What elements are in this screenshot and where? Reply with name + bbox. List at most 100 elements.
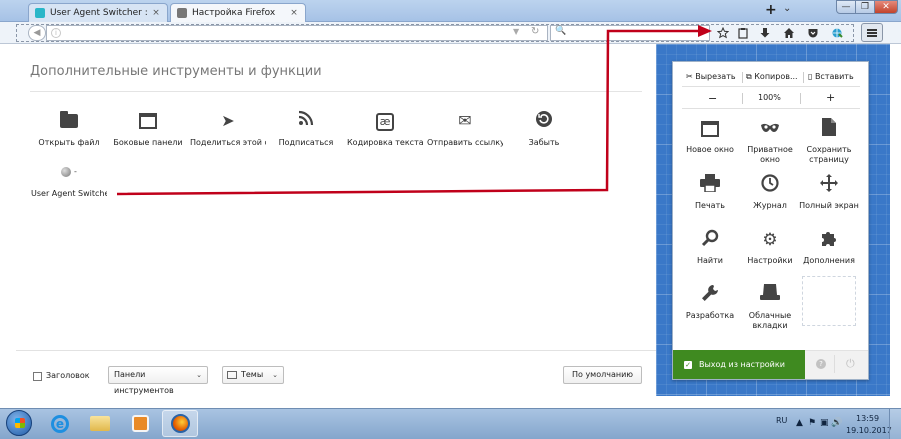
zoom-out-button[interactable]: − <box>708 92 717 105</box>
menu-synced-tabs[interactable]: Облачные вкладки <box>740 284 800 331</box>
themes-dropdown[interactable]: Темы ⌄ <box>222 366 284 384</box>
checkmark-icon: ✓ <box>684 361 692 369</box>
menu-item-label: Разработка <box>685 311 735 320</box>
clock-time[interactable]: 13:59 <box>856 414 879 423</box>
zoom-in-button[interactable]: + <box>826 91 835 104</box>
menu-new-window[interactable]: Новое окно <box>680 118 740 155</box>
restore-defaults-button[interactable]: По умолчанию <box>563 366 642 384</box>
minimize-button[interactable]: — <box>836 0 856 14</box>
palette-label: Отправить ссылку <box>427 138 503 147</box>
palette-open-file[interactable]: Открыть файл <box>31 110 107 147</box>
menu-developer[interactable]: Разработка <box>680 284 740 321</box>
all-tabs-chevron-icon[interactable]: ⌄ <box>783 3 791 14</box>
palette-forget[interactable]: Забыть <box>506 110 582 147</box>
palette-user-agent-switcher[interactable]: - User Agent Switcher <box>31 166 107 198</box>
synced-tabs-icon <box>740 284 800 306</box>
tab-customize-firefox[interactable]: Настройка Firefox × <box>170 3 306 22</box>
palette-email-link[interactable]: ✉ Отправить ссылку <box>427 110 503 147</box>
palette-label: Поделиться этой ст... <box>190 138 266 147</box>
clock-date[interactable]: 19.10.2017 <box>846 426 892 435</box>
menu-item-label: Сохранить страницу <box>806 145 852 164</box>
toolbars-dropdown[interactable]: Панели инструментов ⌄ <box>108 366 208 395</box>
back-button[interactable]: ◀ <box>28 25 46 41</box>
forget-icon <box>506 110 582 132</box>
theme-icon <box>227 371 237 379</box>
paste-button[interactable]: ▯ Вставить <box>808 70 860 84</box>
customize-palette-area <box>16 44 656 396</box>
action-center-flag-icon[interactable]: ⚑ <box>808 418 816 428</box>
star-icon[interactable] <box>716 26 730 40</box>
search-bar[interactable]: 🔍 <box>550 25 710 41</box>
language-indicator[interactable]: RU <box>776 416 787 425</box>
download-icon[interactable] <box>758 26 772 40</box>
menu-private-window[interactable]: Приватное окно <box>740 118 800 165</box>
palette-sidebars[interactable]: Боковые панели <box>110 110 186 147</box>
menu-item-label: Журнал <box>753 201 787 210</box>
internet-explorer-icon: e <box>51 414 69 433</box>
open-menu-button[interactable] <box>861 23 883 42</box>
tab-close-icon[interactable]: × <box>289 8 299 18</box>
start-button[interactable] <box>6 410 32 436</box>
menu-find[interactable]: Найти <box>680 229 740 266</box>
tray-expand-icon[interactable]: ▲ <box>796 418 803 428</box>
menu-history[interactable]: Журнал <box>740 174 800 211</box>
maximize-button[interactable]: ❐ <box>855 0 875 14</box>
menu-item-label: Новое окно <box>686 145 734 154</box>
taskbar-media-player[interactable] <box>122 410 158 437</box>
zoom-reset-button[interactable]: 100% <box>758 93 781 102</box>
home-icon[interactable] <box>782 26 796 40</box>
info-icon[interactable]: i <box>51 28 61 38</box>
addon-favicon-icon <box>35 8 45 18</box>
cut-button[interactable]: ✂ Вырезать <box>686 70 740 84</box>
settings-favicon-icon <box>177 8 187 18</box>
themes-dropdown-label: Темы <box>241 370 264 379</box>
help-icon[interactable]: ? <box>816 359 826 369</box>
menu-addons[interactable]: Дополнения <box>799 229 859 266</box>
pocket-icon[interactable] <box>806 26 820 40</box>
menu-fullscreen[interactable]: Полный экран <box>799 174 859 211</box>
exit-customize-button[interactable]: Выход из настройки <box>673 350 805 379</box>
taskbar-internet-explorer[interactable]: e <box>42 410 78 437</box>
palette-text-encoding[interactable]: æ Кодировка текста <box>347 110 423 147</box>
zoom-separator <box>742 93 743 104</box>
url-dropdown-icon[interactable]: ▼ <box>513 27 519 36</box>
media-player-icon <box>131 415 149 432</box>
reload-icon[interactable]: ↻ <box>531 26 539 37</box>
edit-controls: ✂ Вырезать ⧉ Копиров... ▯ Вставить <box>682 70 860 84</box>
menu-item-label: Полный экран <box>799 201 859 210</box>
ua-switcher-icon[interactable] <box>830 26 844 40</box>
palette-subscribe[interactable]: Подписаться <box>268 110 344 147</box>
copy-button[interactable]: ⧉ Копиров... <box>746 70 800 84</box>
show-desktop-button[interactable] <box>889 409 901 439</box>
palette-share-page[interactable]: ➤ Поделиться этой ст... <box>190 110 266 147</box>
tab-user-agent-switcher[interactable]: User Agent Switcher :: Add-o × <box>28 3 168 22</box>
ua-icon-row: - <box>31 166 107 178</box>
new-window-icon <box>680 118 740 140</box>
private-mask-icon <box>740 118 800 140</box>
mail-icon: ✉ <box>458 111 472 130</box>
menu-settings[interactable]: ⚙ Настройки <box>740 229 800 266</box>
clipboard-icon[interactable] <box>736 26 750 40</box>
new-tab-button[interactable]: + <box>765 2 777 18</box>
menu-item-label: Облачные вкладки <box>748 311 792 330</box>
close-window-button[interactable]: ✕ <box>874 0 898 14</box>
tab-close-icon[interactable]: × <box>151 8 161 18</box>
developer-wrench-icon <box>680 284 740 306</box>
volume-icon[interactable]: 🔊 <box>831 418 842 428</box>
network-icon[interactable]: ▣ <box>820 418 829 428</box>
titlebar-checkbox[interactable] <box>33 372 42 381</box>
url-bar[interactable]: i ▼ ↻ <box>46 25 548 41</box>
zoom-separator <box>800 93 801 104</box>
quit-power-icon[interactable]: ⏻ <box>846 357 855 371</box>
palette-label: Открыть файл <box>38 138 100 147</box>
taskbar-explorer[interactable] <box>82 410 118 437</box>
firefox-icon <box>170 414 190 433</box>
toolbars-dropdown-label: Панели инструментов <box>114 370 174 395</box>
menu-save-page[interactable]: Сохранить страницу <box>799 118 859 165</box>
sidebar-icon <box>139 113 157 129</box>
menu-print[interactable]: Печать <box>680 174 740 211</box>
empty-panel-slot[interactable] <box>802 276 856 326</box>
menu-item-label: Найти <box>697 256 723 265</box>
taskbar-firefox[interactable] <box>162 410 198 437</box>
settings-gear-icon: ⚙ <box>762 230 778 250</box>
